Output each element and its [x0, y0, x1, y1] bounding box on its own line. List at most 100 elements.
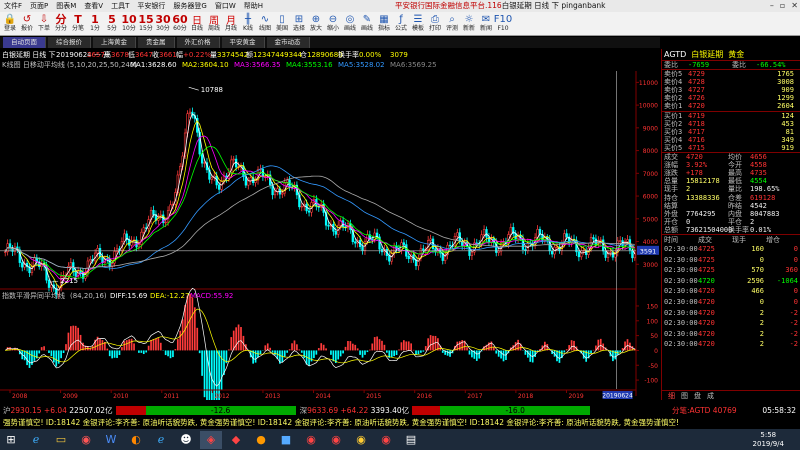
toolbar-button-11[interactable]: 日日线 — [189, 12, 205, 36]
toolbar-button-21[interactable]: ✎ 画线 — [359, 12, 375, 36]
chrome-icon[interactable]: ◉ — [75, 431, 97, 449]
qq-icon[interactable]: ☻ — [175, 431, 197, 449]
buy-level-row[interactable]: 买价4 4716 349 — [662, 136, 800, 144]
toolbar-button-3[interactable]: 分分分 — [53, 12, 69, 36]
tick-row[interactable]: 02:30:00 4720 2 -2 — [662, 329, 800, 340]
tick-row[interactable]: 02:30:00 4720 2 -2 — [662, 308, 800, 319]
toolbar-button-10[interactable]: 60 60分 — [172, 12, 188, 36]
kline-chart[interactable]: 白银延期 日线 下 20190624 一 开3657 高 3678 低 3647 收 3661… — [0, 49, 660, 400]
sell-level-row[interactable]: 卖价2 4726 1299 — [662, 94, 800, 102]
tab-pingan-gold[interactable]: 平安黄金 — [221, 37, 265, 48]
toolbar-button-22[interactable]: ▦ 指标 — [376, 12, 392, 36]
sell-level-row[interactable]: 卖价1 4720 2604 — [662, 102, 800, 110]
start-icon[interactable]: ⊞ — [0, 431, 22, 449]
toolbar-button-20[interactable]: ◎ 画线 — [342, 12, 358, 36]
toolbar-button-23[interactable]: ƒ 公式 — [393, 12, 409, 36]
toolbar-button-0[interactable]: 🔒 登录 — [2, 12, 18, 36]
menu-server[interactable]: 服务器登G — [169, 1, 210, 11]
tab-shanghai-gold[interactable]: 上海黄金 — [93, 37, 136, 48]
tab-trades[interactable]: 成 — [707, 391, 714, 400]
toolbar-button-4[interactable]: T 分笔 — [70, 12, 86, 36]
tab-book[interactable]: 盘 — [694, 391, 701, 400]
toolbar-button-13[interactable]: 月月线 — [223, 12, 239, 36]
sell-level-row[interactable]: 卖价5 4729 1765 — [662, 70, 800, 78]
toolbar-button-5[interactable]: 1 1分 — [87, 12, 103, 36]
app-icon-4[interactable]: ■ — [275, 431, 297, 449]
buy-level-row[interactable]: 买价3 4717 81 — [662, 128, 800, 136]
app-icon-8[interactable]: ◉ — [375, 431, 397, 449]
folder-icon[interactable]: ▭ — [50, 431, 72, 449]
tick-row[interactable]: 02:30:00 4725 160 0 — [662, 244, 800, 255]
toolbar-label-3: 分分 — [54, 25, 67, 32]
toolbar-button-26[interactable]: ⌕ 评测 — [444, 12, 460, 36]
menu-page[interactable]: 页面P — [26, 1, 52, 11]
buy-level-row[interactable]: 买价2 4718 453 — [662, 120, 800, 128]
toolbar-button-7[interactable]: 10 10分 — [121, 12, 137, 36]
toolbar-button-6[interactable]: 5 5分 — [104, 12, 120, 36]
sell-level-row[interactable]: 卖价3 4727 909 — [662, 86, 800, 94]
tick-list[interactable]: 02:30:00 4725 160 0 02:30:00 4725 0 0 02:30:00 47… — [662, 244, 800, 350]
word-icon[interactable]: W — [100, 431, 122, 449]
tick-row[interactable]: 02:30:00 4725 570 360 — [662, 265, 800, 276]
sell-level-row[interactable]: 卖价4 4728 3008 — [662, 78, 800, 86]
toolbar-button-2[interactable]: ⇩ 下单 — [36, 12, 52, 36]
tick-row[interactable]: 02:30:00 4725 0 0 — [662, 255, 800, 266]
minimize-icon[interactable]: – — [770, 0, 774, 12]
system-clock[interactable]: 5:58 2019/9/4 — [753, 431, 784, 449]
toolbar-button-28[interactable]: ✉ 新闻 — [478, 12, 494, 36]
tab-detail[interactable]: 细 — [668, 391, 675, 400]
menu-tools[interactable]: 工具T — [107, 1, 133, 11]
tick-row[interactable]: 02:30:00 4720 0 0 — [662, 297, 800, 308]
news-ticker[interactable]: 强势谨慎空! ID:18142 金银评论:李齐善: 原油听话貌势跌, 黄金强势谨… — [0, 416, 800, 429]
maximize-icon[interactable]: ▫ — [780, 0, 785, 12]
toolbar-button-25[interactable]: ⎙ 打印 — [427, 12, 443, 36]
toolbar-button-15[interactable]: ∿ 线图 — [257, 12, 273, 36]
candle-body — [89, 259, 92, 262]
menu-window[interactable]: 窗口W — [211, 1, 240, 11]
tab-precious-metals[interactable]: 贵金属 — [138, 37, 175, 48]
menu-help[interactable]: 帮助H — [240, 1, 267, 11]
tab-gold-news[interactable]: 金市动态 — [266, 37, 310, 48]
buy-level-row[interactable]: 买价5 4715 919 — [662, 144, 800, 152]
tick-row[interactable]: 02:30:00 4720 2596 -1064 — [662, 276, 800, 287]
toolbar-button-14[interactable]: ╫ K线 — [240, 12, 256, 36]
tick-row[interactable]: 02:30:00 4720 2 -2 — [662, 339, 800, 350]
app-icon-9[interactable]: ▤ — [400, 431, 422, 449]
toolbar-button-24[interactable]: ☰ 模板 — [410, 12, 426, 36]
toolbar-icon-23: ƒ — [399, 13, 403, 25]
buy-level-row[interactable]: 买价1 4719 124 — [662, 112, 800, 120]
close-icon[interactable]: ✕ — [791, 0, 798, 12]
toolbar-button-8[interactable]: 15 15分 — [138, 12, 154, 36]
toolbar-button-16[interactable]: ▯ 美国 — [274, 12, 290, 36]
tab-fx[interactable]: 外汇价格 — [176, 37, 220, 48]
toolbar-button-12[interactable]: 周周线 — [206, 12, 222, 36]
tab-auto[interactable]: 自动页面 — [3, 37, 46, 48]
app-icon-2[interactable]: ◆ — [225, 431, 247, 449]
app-icon-7[interactable]: ◉ — [350, 431, 372, 449]
app-icon-5[interactable]: ◉ — [300, 431, 322, 449]
toolbar-button-27[interactable]: ☼ 新新 — [461, 12, 477, 36]
app-icon-6[interactable]: ◉ — [325, 431, 347, 449]
tick-row[interactable]: 02:30:00 4720 2 -2 — [662, 318, 800, 329]
tab-quotes[interactable]: 综合报价 — [48, 37, 91, 48]
tick-row[interactable]: 02:30:00 4720 466 0 — [662, 286, 800, 297]
toolbar-button-19[interactable]: ⊖ 缩小 — [325, 12, 341, 36]
toolbar-button-1[interactable]: ↺ 报价 — [19, 12, 35, 36]
ie-icon[interactable]: ℯ — [150, 431, 172, 449]
toolbar-button-17[interactable]: ⊞ 选择 — [291, 12, 307, 36]
menu-view[interactable]: 查看V — [80, 1, 107, 11]
kline-chart-area[interactable]: 白银延期 日线 下 20190624 一 开 3657 高 3678 低 3647 收 3661… — [0, 49, 660, 400]
high-annotation-line — [188, 86, 199, 91]
menu-chart[interactable]: 图表M — [52, 1, 80, 11]
tab-chart[interactable]: 图 — [681, 391, 688, 400]
app-icon-3[interactable]: ● — [250, 431, 272, 449]
pingan-app-icon[interactable]: ◈ — [200, 430, 222, 449]
menu-pingan[interactable]: 平安银行 — [133, 1, 169, 11]
menu-file[interactable]: 文件F — [0, 1, 26, 11]
media-icon[interactable]: ◐ — [125, 431, 147, 449]
toolbar-button-9[interactable]: 30 30分 — [155, 12, 171, 36]
toolbar-button-18[interactable]: ⊕ 放大 — [308, 12, 324, 36]
browser-icon[interactable]: ℯ — [25, 431, 47, 449]
candle-body — [407, 255, 410, 260]
toolbar-button-29[interactable]: F10 F10 — [494, 12, 512, 36]
